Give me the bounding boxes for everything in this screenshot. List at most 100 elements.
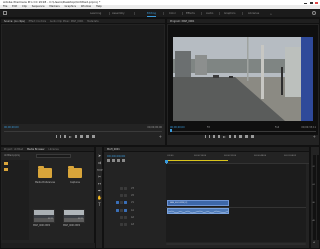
extract-icon[interactable] [245, 135, 248, 138]
step-back-icon[interactable] [64, 135, 66, 138]
tab-metadata[interactable]: Metadata [87, 20, 98, 23]
selection-tool-icon[interactable]: ➤ [97, 153, 102, 158]
tab-sequence[interactable]: MAH_0001 [107, 148, 120, 151]
sync-lock-icon[interactable] [124, 187, 127, 190]
lock-icon[interactable] [120, 216, 123, 219]
slip-tool-icon[interactable]: ↔ [97, 181, 102, 186]
menu-graphics[interactable]: Graphics [65, 5, 76, 8]
snap-icon[interactable] [107, 159, 110, 162]
clip-thumbnail[interactable] [63, 209, 85, 223]
add-marker-icon[interactable] [117, 159, 120, 162]
fit-dropdown[interactable]: Fit [207, 126, 210, 129]
tab-effect-controls[interactable]: Effect Controls [29, 20, 47, 23]
source-timecode[interactable]: 00;00;00;00 [4, 126, 19, 129]
quality-dropdown[interactable]: Full [275, 126, 279, 129]
workspace-assembly[interactable]: Assembly [112, 12, 125, 15]
maximize-button[interactable] [309, 1, 313, 4]
timeline-ruler[interactable]: ;00;00 00;00;16;00 00;00;32;00 00;00;48;… [166, 154, 309, 164]
step-back-icon[interactable] [218, 135, 220, 138]
mark-out-icon[interactable] [209, 135, 210, 138]
minimize-button[interactable] [304, 2, 307, 4]
tab-audio-clip-mixer[interactable]: Audio Clip Mixer: MAH_0001 [50, 20, 84, 23]
settings-icon[interactable] [122, 159, 125, 162]
folder-icon[interactable] [38, 166, 52, 178]
sync-lock-icon[interactable] [124, 223, 127, 226]
timeline-timecode[interactable]: 00;00;00;00 [107, 154, 125, 158]
workspaces-more-icon[interactable]: » [270, 12, 272, 16]
insert-icon[interactable] [80, 135, 83, 138]
workspace-learning[interactable]: Learning [90, 12, 101, 15]
audio-clip[interactable] [167, 208, 229, 214]
workspace-color[interactable]: Color [169, 12, 176, 15]
menu-help[interactable]: Help [96, 5, 102, 8]
lock-icon[interactable] [120, 194, 123, 197]
program-timecode[interactable]: 00;00;00;00 [170, 126, 185, 129]
building-left [175, 51, 191, 77]
lock-icon[interactable] [120, 223, 123, 226]
workspace-libraries[interactable]: Libraries [248, 12, 259, 15]
menu-sequence[interactable]: Sequence [32, 5, 45, 8]
tab-source[interactable]: Source: (no clips) [4, 20, 25, 23]
tab-media-browser[interactable]: Media Browser [27, 148, 45, 151]
menu-markers[interactable]: Markers [49, 5, 59, 8]
work-area-bar[interactable] [166, 160, 228, 161]
mark-in-icon[interactable] [205, 135, 206, 138]
menu-clip[interactable]: Clip [22, 5, 27, 8]
project-search-input[interactable] [36, 154, 71, 158]
play-icon[interactable] [223, 135, 226, 138]
workspace-audio[interactable]: Audio [206, 12, 213, 15]
lift-icon[interactable] [239, 135, 242, 138]
source-patch-v1[interactable] [116, 201, 119, 204]
sync-lock-icon[interactable] [124, 216, 127, 219]
workspace-graphics[interactable]: Graphics [224, 12, 235, 15]
export-frame-icon[interactable] [251, 135, 254, 138]
linked-selection-icon[interactable] [112, 159, 115, 162]
mark-out-icon[interactable] [60, 135, 61, 138]
go-to-in-icon[interactable] [213, 135, 215, 138]
close-button[interactable] [315, 1, 318, 4]
workspace-effects[interactable]: Effects [186, 12, 195, 15]
source-viewer[interactable] [2, 25, 164, 124]
folder-icon[interactable] [68, 166, 82, 178]
tab-libraries[interactable]: Libraries [48, 148, 58, 151]
menu-file[interactable]: File [3, 5, 7, 8]
play-icon[interactable] [69, 135, 72, 138]
overwrite-icon[interactable] [86, 135, 89, 138]
track-select-tool-icon[interactable]: ⇉ [97, 160, 102, 165]
home-icon[interactable] [3, 11, 7, 15]
pen-tool-icon[interactable]: ✒ [97, 188, 102, 193]
ripple-edit-tool-icon[interactable]: ⟺ [97, 167, 103, 172]
timeline-scrollbar[interactable] [166, 243, 306, 245]
type-tool-icon[interactable]: T [97, 202, 102, 207]
razor-tool-icon[interactable]: ✂ [97, 174, 102, 179]
playhead-handle[interactable] [165, 160, 168, 163]
go-to-out-icon[interactable] [234, 135, 236, 138]
program-scrubber[interactable] [170, 131, 316, 132]
step-forward-icon[interactable] [75, 135, 77, 138]
sync-lock-icon[interactable] [124, 209, 127, 212]
lock-icon[interactable] [120, 201, 123, 204]
clip-thumbnail[interactable] [33, 209, 55, 223]
menu-edit[interactable]: Edit [12, 5, 17, 8]
mark-in-icon[interactable] [56, 135, 57, 138]
source-patch-a1[interactable] [116, 209, 119, 212]
tab-project[interactable]: Project: Untitled [4, 148, 23, 151]
source-scrubber[interactable] [4, 131, 162, 132]
menu-window[interactable]: Window [81, 5, 91, 8]
lock-icon[interactable] [120, 209, 123, 212]
workspace-editing[interactable]: Editing [147, 12, 157, 17]
video-clip[interactable]: MAH_0001.MP4 [V] [167, 200, 229, 206]
sync-lock-icon[interactable] [124, 194, 127, 197]
sync-lock-icon[interactable] [124, 201, 127, 204]
add-button[interactable]: + [313, 134, 316, 139]
program-playhead[interactable] [170, 129, 172, 132]
tab-program[interactable]: Program: MAH_0001 [170, 20, 194, 23]
add-button[interactable]: + [159, 134, 162, 139]
lock-icon[interactable] [120, 187, 123, 190]
export-frame-icon[interactable] [92, 135, 95, 138]
track-header: V3 [104, 186, 164, 192]
hand-tool-icon[interactable]: ✋ [97, 195, 102, 200]
search-icon[interactable] [312, 11, 316, 15]
step-forward-icon[interactable] [229, 135, 231, 138]
media-browser-sidebar[interactable] [2, 160, 29, 240]
